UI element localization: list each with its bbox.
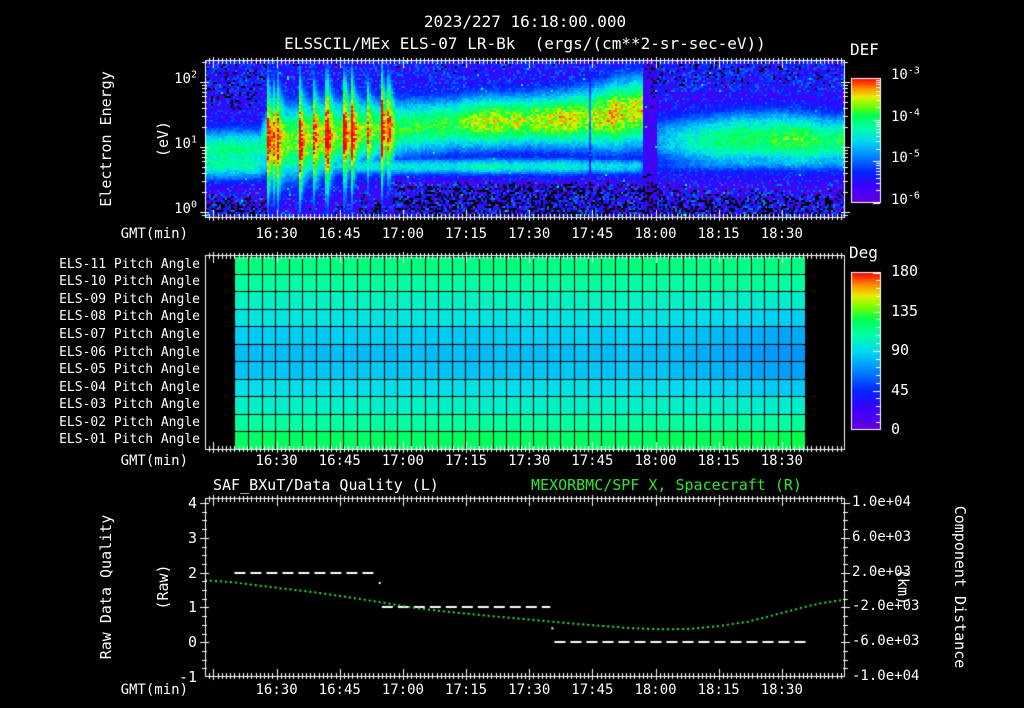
exponent: -3 (907, 65, 920, 77)
deg-colorbar-tick-label: 45 (891, 380, 910, 399)
distance-tick-label: -6.0e+03 (852, 633, 920, 650)
x-tick-label-middle: 18:15 (697, 453, 740, 469)
pitch-row-label: ELS-03 Pitch Angle (59, 397, 200, 413)
pitch-row-label: ELS-07 Pitch Angle (59, 326, 200, 342)
x-tick-label-middle: 17:45 (571, 453, 614, 469)
title-instrument: ELSSCIL/MEx ELS-07 LR-Bk (ergs/(cm**2-sr… (284, 34, 766, 53)
deg-colorbar-tick-label: 0 (891, 420, 901, 438)
x-tick-label-top: 16:30 (255, 226, 298, 242)
def-colorbar-tick-label: 10-6 (891, 190, 920, 208)
x-tick-label-middle: 18:00 (634, 453, 677, 469)
quality-tick-label: 0 (187, 633, 197, 652)
deg-colorbar-tick-label: 90 (891, 341, 910, 359)
pitch-row-label: ELS-05 Pitch Angle (59, 362, 200, 378)
x-tick-label-bottom: 17:30 (508, 682, 551, 698)
y-axis-label-line1: Raw Data Quality (97, 514, 115, 660)
def-colorbar-tick-label: 10-5 (891, 148, 920, 167)
quality-tick-label: 4 (187, 494, 197, 512)
x-tick-label-middle: 17:30 (508, 453, 551, 469)
pitch-row-label: ELS-11 Pitch Angle (59, 256, 200, 272)
pitch-row-label: ELS-02 Pitch Angle (59, 414, 200, 430)
x-tick-label-top: 17:45 (571, 226, 614, 242)
x-tick-label-top: 18:00 (634, 226, 677, 242)
gmt-axis-label-top: GMT(min) (120, 226, 188, 242)
y-axis-label-component-distance: Component Distance (km) (894, 457, 1007, 708)
x-tick-label-top: 17:00 (381, 226, 424, 242)
y-axis-label-electron-energy: Electron Energy (eV) (59, 9, 172, 269)
x-tick-label-middle: 16:45 (318, 453, 361, 469)
exponent: 0 (190, 199, 197, 211)
distance-tick-label: 6.0e+03 (852, 528, 912, 545)
x-tick-label-bottom: 17:00 (381, 682, 424, 698)
deg-colorbar-tick-label: 180 (891, 262, 919, 280)
colorbar-deg-label: Deg (849, 243, 878, 262)
exponent: -5 (907, 148, 920, 160)
x-tick-label-bottom: 18:30 (760, 682, 803, 698)
pitch-row-label: ELS-06 Pitch Angle (59, 344, 200, 360)
bottom-panel-title-left: SAF_BXuT/Data Quality (L) (213, 476, 439, 494)
spectrogram-display-screen: 2023/227 16:18:00.000 ELSSCIL/MEx ELS-07… (0, 0, 1024, 708)
distance-tick-label: 1.0e+04 (852, 494, 912, 510)
x-tick-label-middle: 18:30 (760, 453, 803, 469)
energy-tick-label: 101 (174, 134, 197, 152)
x-tick-label-bottom: 16:45 (318, 682, 361, 698)
exponent: -4 (907, 107, 920, 118)
quality-tick-label: 2 (187, 563, 197, 582)
title-datetime: 2023/227 16:18:00.000 (423, 12, 627, 31)
y-axis-label-line1: Component Distance (951, 505, 969, 669)
gmt-axis-label-middle: GMT(min) (120, 453, 188, 469)
x-tick-label-middle: 17:15 (444, 453, 488, 469)
pitch-row-label: ELS-01 Pitch Angle (59, 432, 200, 448)
pitch-row-label: ELS-04 Pitch Angle (59, 379, 200, 395)
pitch-row-label: ELS-09 Pitch Angle (59, 291, 200, 307)
x-tick-label-top: 18:30 (760, 226, 803, 242)
y-axis-label-line1: Electron Energy (97, 71, 115, 207)
deg-colorbar-tick-label: 135 (891, 301, 919, 320)
exponent: 1 (190, 134, 197, 146)
colorbar-def-label: DEF (850, 40, 879, 59)
exponent: -6 (907, 190, 920, 202)
y-axis-label-line2: (Raw) (154, 564, 172, 610)
energy-tick-label: 102 (174, 69, 197, 87)
x-tick-label-top: 16:45 (318, 226, 361, 242)
x-tick-label-bottom: 17:15 (444, 682, 488, 698)
x-tick-label-bottom: 16:30 (255, 682, 298, 698)
x-tick-label-middle: 17:00 (381, 453, 424, 469)
pitch-row-label: ELS-10 Pitch Angle (59, 274, 200, 290)
energy-tick-label: 100 (174, 199, 197, 217)
distance-tick-label: -2.0e+03 (852, 598, 920, 615)
bottom-panel-title-right: MEXORBMC/SPF X, Spacecraft (R) (531, 476, 802, 494)
gmt-axis-label-bottom: GMT(min) (120, 682, 188, 698)
x-tick-label-top: 17:15 (444, 226, 488, 242)
x-tick-label-top: 17:30 (508, 226, 551, 242)
def-colorbar-tick-label: 10-4 (891, 107, 920, 125)
distance-tick-label: -1.0e+04 (852, 668, 920, 684)
distance-tick-label: 2.0e+03 (852, 563, 912, 580)
quality-tick-label: 1 (187, 598, 197, 617)
y-axis-label-raw-data-quality: Raw Data Quality (Raw) (59, 457, 172, 708)
quality-tick-label: 3 (187, 528, 197, 547)
pitch-row-label: ELS-08 Pitch Angle (59, 309, 200, 325)
quality-tick-label: -1 (178, 668, 197, 686)
x-tick-label-top: 18:15 (697, 226, 740, 242)
x-tick-label-middle: 16:30 (255, 453, 298, 469)
x-tick-label-bottom: 17:45 (571, 682, 614, 698)
exponent: 2 (190, 69, 197, 81)
x-tick-label-bottom: 18:00 (634, 682, 677, 698)
x-tick-label-bottom: 18:15 (697, 682, 740, 698)
def-colorbar-tick-label: 10-3 (891, 65, 920, 83)
